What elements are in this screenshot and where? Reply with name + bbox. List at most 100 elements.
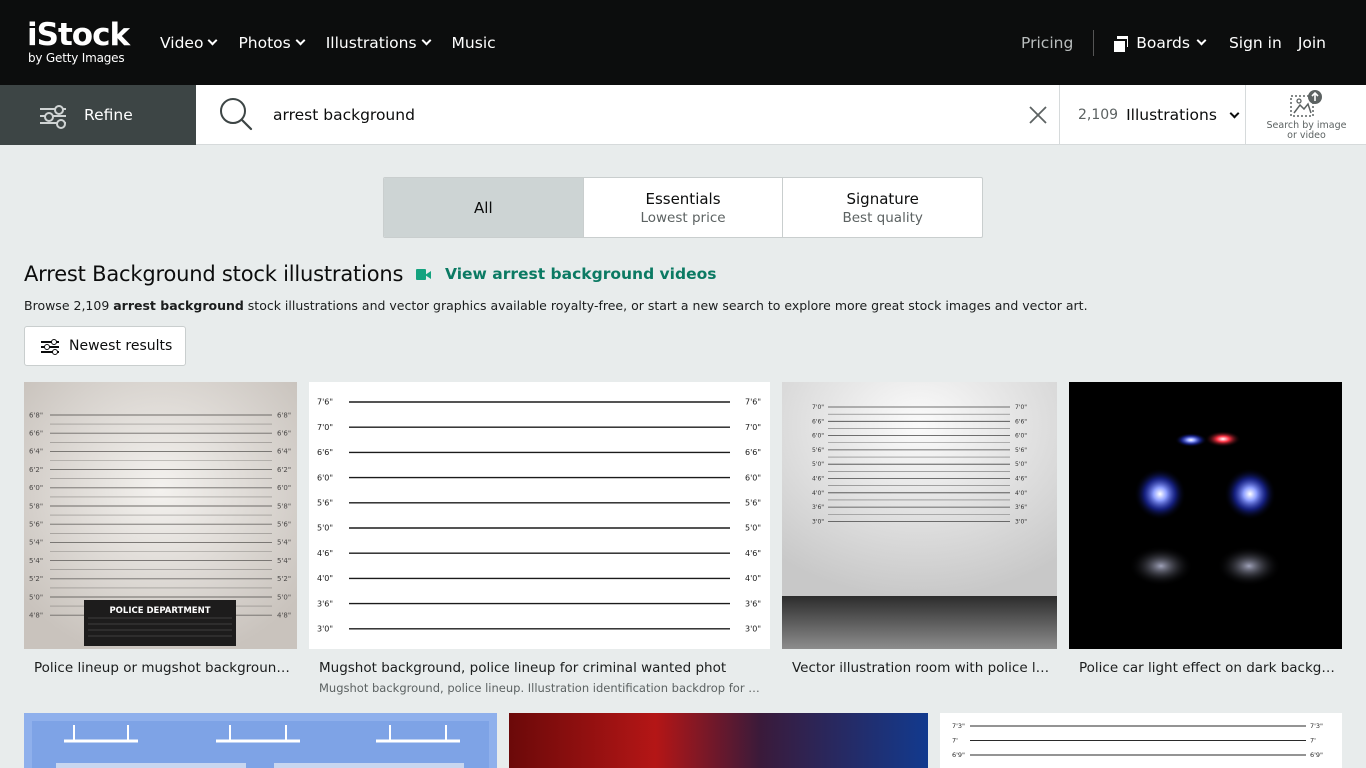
height-label: 5'6" <box>277 521 291 529</box>
logo-tagline: by Getty Images <box>28 51 125 65</box>
height-label: 3'0" <box>745 624 761 633</box>
height-label: 5'4" <box>277 557 291 565</box>
result-thumbnail[interactable]: 6'8" 6'8" 6'6" 6'6" 6'4" 6'4" 6'2" 6'2" 6'0" 6'0"… <box>24 382 297 649</box>
result-count: 2,109 <box>1078 107 1119 123</box>
refine-button[interactable]: Refine <box>0 85 196 145</box>
chevron-down-icon <box>295 35 306 46</box>
join-link[interactable]: Join <box>1298 34 1326 52</box>
result-card[interactable] <box>24 713 497 768</box>
result-card[interactable]: 7'3" 7'3" 7' 7' 6'9" 6'9" <box>940 713 1342 768</box>
sign-in-link[interactable]: Sign in <box>1229 34 1282 52</box>
result-thumbnail[interactable] <box>24 713 497 768</box>
height-label: 6'2" <box>277 466 291 474</box>
height-label: 6'6" <box>317 448 333 457</box>
image-upload-icon <box>1290 90 1322 117</box>
height-label: 5'6" <box>745 498 761 507</box>
height-label: 6'6" <box>745 448 761 457</box>
height-label: 4'0" <box>812 490 824 497</box>
search-input[interactable] <box>273 99 1013 131</box>
height-label: 6'0" <box>745 473 761 482</box>
result-card[interactable] <box>509 713 928 768</box>
height-label: 6'4" <box>277 448 291 456</box>
search-by-image-line2: or video <box>1287 130 1326 141</box>
result-caption[interactable]: Police lineup or mugshot background with… <box>34 660 292 676</box>
result-thumbnail[interactable]: 7'3" 7'3" 7' 7' 6'9" 6'9" <box>940 713 1342 768</box>
account-nav: Pricing Boards Sign in Join <box>1021 0 1326 85</box>
tab-all-label: All <box>474 198 493 217</box>
height-label: 5'0" <box>317 524 333 533</box>
height-label: 6'6" <box>29 430 43 438</box>
result-thumbnail[interactable]: 7'0" 7'0" 6'6" 6'6" 6'0" 6'0" 5'6" 5'6" 5'0" 5'0"… <box>782 382 1057 649</box>
height-label: 5'0" <box>745 524 761 533</box>
height-label: 7'3" <box>952 722 965 730</box>
page-title: Arrest Background stock illustrations <box>24 262 404 286</box>
nav-video[interactable]: Video <box>160 34 218 52</box>
refine-label: Refine <box>84 106 133 124</box>
browse-prefix: Browse 2,109 <box>24 298 114 313</box>
height-label: 6'9" <box>952 751 965 759</box>
height-label: 3'0" <box>812 518 824 525</box>
height-label: 3'0" <box>1015 518 1027 525</box>
result-card[interactable]: 7'6" 7'6" 7'0" 7'0" 6'6" 6'6" 6'0" 6'0" 5'6" 5'6"… <box>309 382 770 702</box>
height-label: 5'4" <box>277 539 291 547</box>
istock-logo[interactable]: iStock by Getty Images <box>27 18 139 68</box>
height-label: 4'6" <box>745 549 761 558</box>
tab-essentials-sub: Lowest price <box>640 209 726 226</box>
result-thumbnail[interactable]: 7'6" 7'6" 7'0" 7'0" 6'6" 6'6" 6'0" 6'0" 5'6" 5'6"… <box>309 382 770 649</box>
height-label: 5'0" <box>812 461 824 468</box>
height-label: 4'0" <box>317 574 333 583</box>
tab-essentials[interactable]: Essentials Lowest price <box>584 178 784 237</box>
search-by-image-label: Search by image or video <box>1246 121 1366 141</box>
height-label: 7'3" <box>1310 722 1323 730</box>
boards-menu[interactable]: Boards <box>1114 34 1207 52</box>
result-caption[interactable]: Vector illustration room with police lin… <box>792 660 1052 676</box>
result-card[interactable]: 6'8" 6'8" 6'6" 6'6" 6'4" 6'4" 6'2" 6'2" 6'0" 6'0"… <box>24 382 297 692</box>
chevron-down-icon <box>1229 108 1240 118</box>
height-label: 6'0" <box>317 473 333 482</box>
result-thumbnail[interactable] <box>1069 382 1342 649</box>
result-card[interactable]: Police car light effect on dark backgrou… <box>1069 382 1342 692</box>
chevron-down-icon <box>207 35 218 46</box>
search-icon[interactable] <box>218 96 254 132</box>
height-label: 5'6" <box>29 521 43 529</box>
result-thumbnail[interactable] <box>509 713 928 768</box>
chevron-down-icon <box>421 35 431 46</box>
height-label: 5'6" <box>317 498 333 507</box>
sliders-icon <box>40 105 66 129</box>
height-label: 3'6" <box>745 599 761 608</box>
nav-photos[interactable]: Photos <box>238 33 306 52</box>
chevron-down-icon <box>1196 35 1207 46</box>
sort-button[interactable]: Newest results <box>24 326 186 366</box>
police-department-sign: POLICE DEPARTMENT <box>109 606 210 616</box>
nav-divider <box>1093 29 1095 56</box>
view-videos-link[interactable]: View arrest background videos <box>416 265 716 283</box>
tab-signature[interactable]: Signature Best quality <box>783 178 982 237</box>
height-label: 7'6" <box>317 398 333 407</box>
nav-music[interactable]: Music <box>452 34 496 52</box>
pricing-link[interactable]: Pricing <box>1021 34 1073 52</box>
height-label: 5'2" <box>277 575 291 583</box>
height-label: 6'8" <box>277 411 291 419</box>
close-icon[interactable] <box>1027 104 1049 126</box>
asset-type-select[interactable]: 2,109 Illustrations <box>1059 85 1245 145</box>
result-caption[interactable]: Police car light effect on dark backgrou… <box>1079 660 1337 676</box>
height-label: 6'0" <box>1015 433 1027 440</box>
boards-icon <box>1114 35 1129 52</box>
height-label: 5'8" <box>29 502 43 510</box>
browse-suffix: stock illustrations and vector graphics … <box>243 298 1088 313</box>
height-label: 4'8" <box>277 612 291 620</box>
height-label: 5'0" <box>1015 461 1027 468</box>
tab-all[interactable]: All <box>384 178 584 237</box>
nav-music-label: Music <box>451 33 496 52</box>
result-caption[interactable]: Mugshot background, police lineup for cr… <box>319 660 764 676</box>
height-label: 3'6" <box>1015 504 1027 511</box>
result-card[interactable]: 7'0" 7'0" 6'6" 6'6" 6'0" 6'0" 5'6" 5'6" 5'0" 5'0"… <box>782 382 1057 692</box>
result-subcaption: Mugshot background, police lineup. Illus… <box>319 681 764 695</box>
search-by-image-button[interactable]: Search by image or video <box>1245 85 1366 145</box>
asset-type-label: Illustrations <box>1126 106 1217 124</box>
nav-illustrations[interactable]: Illustrations <box>326 34 431 52</box>
height-label: 7'0" <box>812 404 824 411</box>
nav-photos-label: Photos <box>238 33 291 52</box>
height-label: 6'0" <box>29 484 43 492</box>
height-label: 5'2" <box>29 575 43 583</box>
